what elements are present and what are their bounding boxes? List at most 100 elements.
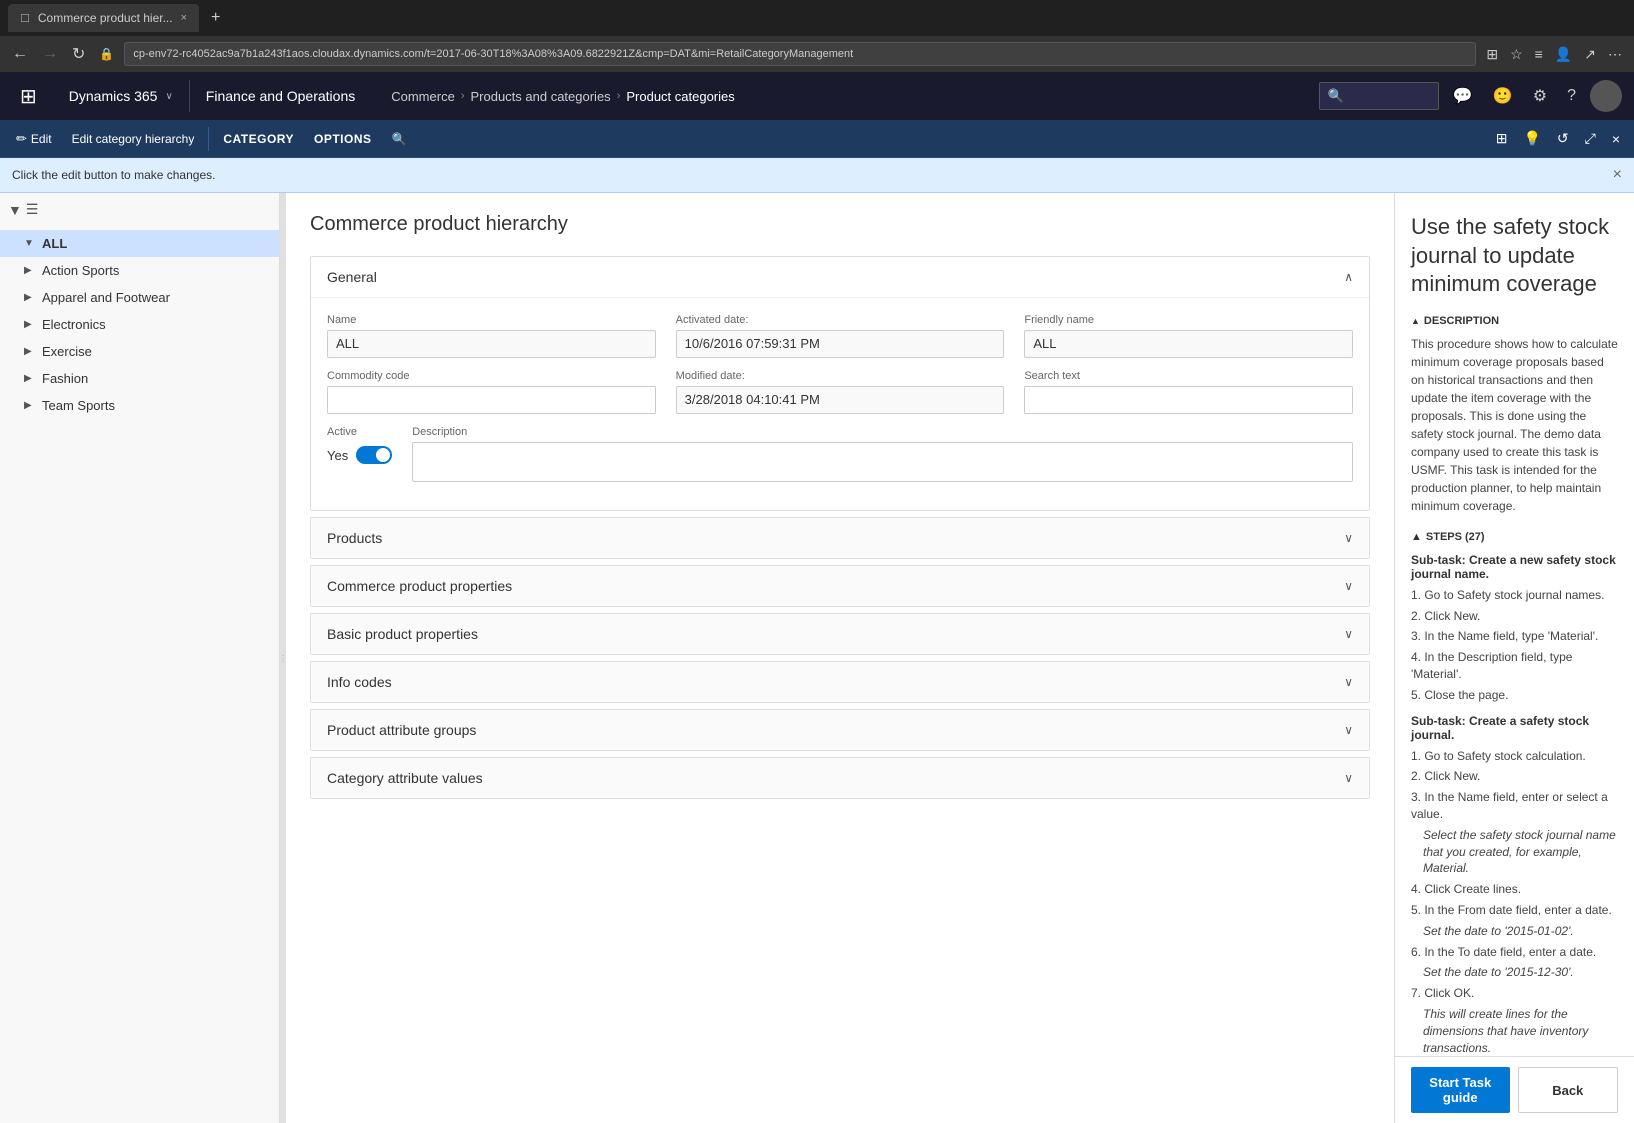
subtask-1-title: Sub-task: Create a new safety stock jour… <box>1411 553 1618 581</box>
app-name-label: Finance and Operations <box>194 88 367 104</box>
name-field: Name ALL <box>327 314 656 358</box>
toolbar: ✏ Edit Edit category hierarchy CATEGORY … <box>0 120 1634 158</box>
attribute-groups-section: Product attribute groups ∨ <box>310 709 1370 751</box>
tree-label-fashion: Fashion <box>42 371 267 386</box>
tree-chevron-electronics: ▶ <box>24 319 36 330</box>
tree-item-electronics[interactable]: ▶ Electronics <box>12 311 279 338</box>
page-title: Commerce product hierarchy <box>310 213 1370 236</box>
toolbar-lightbulb-button[interactable]: 💡 <box>1517 126 1546 151</box>
tree-item-all[interactable]: ▼ ALL <box>0 230 279 257</box>
tree-item-apparel[interactable]: ▶ Apparel and Footwear <box>12 284 279 311</box>
right-panel: Use the safety stock journal to update m… <box>1394 193 1634 1123</box>
tree-item-exercise[interactable]: ▶ Exercise <box>12 338 279 365</box>
extensions-button[interactable]: ⊞ <box>1482 42 1502 67</box>
toolbar-close-button[interactable]: × <box>1606 127 1626 151</box>
steps-section-header[interactable]: ▲ STEPS (27) <box>1411 531 1618 543</box>
category-tab-label[interactable]: CATEGORY <box>215 128 302 150</box>
toolbar-search-icon: 🔍 <box>392 132 407 146</box>
step-2-6-note: Set the date to '2015-12-30'. <box>1411 964 1618 981</box>
list-view-icon[interactable]: ☰ <box>26 201 39 218</box>
settings-button[interactable]: ⚙ <box>1527 82 1553 110</box>
general-chevron-up-icon: ∧ <box>1344 270 1353 284</box>
step-1-1: 1. Go to Safety stock journal names. <box>1411 587 1618 604</box>
tree-chevron-all: ▼ <box>24 238 36 249</box>
right-panel-content: Use the safety stock journal to update m… <box>1395 193 1634 1056</box>
tree-chevron-action-sports: ▶ <box>24 265 36 276</box>
tree-item-action-sports[interactable]: ▶ Action Sports <box>12 257 279 284</box>
user-avatar[interactable] <box>1590 80 1622 112</box>
info-codes-header[interactable]: Info codes ∨ <box>311 662 1369 702</box>
more-button[interactable]: ⋯ <box>1604 42 1626 67</box>
browser-tab[interactable]: ☐ Commerce product hier... × <box>8 4 199 32</box>
top-nav-actions: 🔍 💬 🙂 ⚙ ? <box>1319 80 1622 112</box>
back-button[interactable]: Back <box>1518 1067 1619 1113</box>
panel-footer: Start Task guide Back <box>1395 1056 1634 1123</box>
step-2-2: 2. Click New. <box>1411 768 1618 785</box>
start-task-guide-button[interactable]: Start Task guide <box>1411 1067 1510 1113</box>
tree-item-fashion[interactable]: ▶ Fashion <box>12 365 279 392</box>
attribute-groups-header[interactable]: Product attribute groups ∨ <box>311 710 1369 750</box>
forward-button[interactable]: → <box>38 41 62 67</box>
active-toggle[interactable] <box>356 446 392 464</box>
browser-nav-bar: ← → ↻ 🔒 ⊞ ☆ ≡ 👤 ↗ ⋯ <box>0 36 1634 72</box>
help-button[interactable]: ? <box>1561 83 1582 109</box>
feedback-button[interactable]: 🙂 <box>1487 82 1519 110</box>
toolbar-office-button[interactable]: ⊞ <box>1490 126 1514 151</box>
name-label: Name <box>327 314 656 326</box>
tree-children: ▶ Action Sports ▶ Apparel and Footwear ▶… <box>0 257 279 419</box>
search-text-field: Search text <box>1024 370 1353 414</box>
modified-date-field: Modified date: 3/28/2018 04:10:41 PM <box>676 370 1005 414</box>
general-section-header[interactable]: General ∧ <box>311 257 1369 297</box>
favorites-button[interactable]: ☆ <box>1506 42 1527 67</box>
toolbar-expand-button[interactable]: ⤢ <box>1579 126 1602 151</box>
address-bar[interactable] <box>124 42 1476 66</box>
options-tab-label[interactable]: OPTIONS <box>306 128 380 150</box>
attribute-groups-label: Product attribute groups <box>327 722 476 738</box>
breadcrumb-products-categories[interactable]: Products and categories <box>470 89 610 104</box>
form-row-1: Name ALL Activated date: 10/6/2016 07:59… <box>327 314 1353 358</box>
edit-category-hierarchy-label: Edit category hierarchy <box>72 132 195 146</box>
brand-chevron-icon[interactable]: ∨ <box>165 91 172 102</box>
top-navigation: ⊞ Dynamics 365 ∨ Finance and Operations … <box>0 72 1634 120</box>
info-banner-close-icon[interactable]: × <box>1613 166 1622 184</box>
top-search-box[interactable]: 🔍 <box>1319 82 1439 110</box>
form-row-3: Active Yes Description <box>327 426 1353 482</box>
basic-properties-section: Basic product properties ∨ <box>310 613 1370 655</box>
refresh-button[interactable]: ↻ <box>68 40 89 68</box>
category-attribute-values-label: Category attribute values <box>327 770 483 786</box>
step-2-7-note: This will create lines for the dimension… <box>1411 1006 1618 1056</box>
dynamics-365-label[interactable]: Dynamics 365 <box>69 88 158 104</box>
commodity-code-label: Commodity code <box>327 370 656 382</box>
edit-category-hierarchy-button[interactable]: Edit category hierarchy <box>64 124 203 154</box>
main-content: Commerce product hierarchy General ∧ Nam… <box>286 193 1394 1123</box>
basic-properties-header[interactable]: Basic product properties ∨ <box>311 614 1369 654</box>
category-attribute-values-header[interactable]: Category attribute values ∨ <box>311 758 1369 798</box>
breadcrumb-commerce[interactable]: Commerce <box>391 89 455 104</box>
tree-item-team-sports[interactable]: ▶ Team Sports <box>12 392 279 419</box>
step-2-5: 5. In the From date field, enter a date. <box>1411 902 1618 919</box>
profile-button[interactable]: 👤 <box>1551 42 1576 67</box>
products-chevron-icon: ∨ <box>1344 531 1353 545</box>
browser-menu-button[interactable]: ≡ <box>1531 42 1547 67</box>
filter-icon[interactable]: ▼ <box>8 202 22 218</box>
share-button[interactable]: ↗ <box>1580 42 1600 67</box>
tab-close-icon[interactable]: × <box>181 12 187 24</box>
chat-button[interactable]: 💬 <box>1447 82 1479 110</box>
info-codes-label: Info codes <box>327 674 392 690</box>
toolbar-search-button[interactable]: 🔍 <box>384 124 415 154</box>
toolbar-refresh-button[interactable]: ↺ <box>1551 126 1575 151</box>
edit-button[interactable]: ✏ Edit <box>8 124 60 154</box>
description-value <box>412 442 1353 482</box>
modified-date-value: 3/28/2018 04:10:41 PM <box>676 386 1005 414</box>
tree-label-all: ALL <box>42 236 267 251</box>
back-button[interactable]: ← <box>8 41 32 67</box>
tree-label-team-sports: Team Sports <box>42 398 267 413</box>
toolbar-right-actions: ⊞ 💡 ↺ ⤢ × <box>1490 126 1626 151</box>
new-tab-button[interactable]: + <box>211 9 220 27</box>
commerce-properties-header[interactable]: Commerce product properties ∨ <box>311 566 1369 606</box>
step-1-2: 2. Click New. <box>1411 608 1618 625</box>
waffle-menu-button[interactable]: ⊞ <box>12 76 45 117</box>
edit-button-label: Edit <box>31 132 52 146</box>
products-section-header[interactable]: Products ∨ <box>311 518 1369 558</box>
description-section-header[interactable]: ▲ DESCRIPTION <box>1411 315 1618 327</box>
